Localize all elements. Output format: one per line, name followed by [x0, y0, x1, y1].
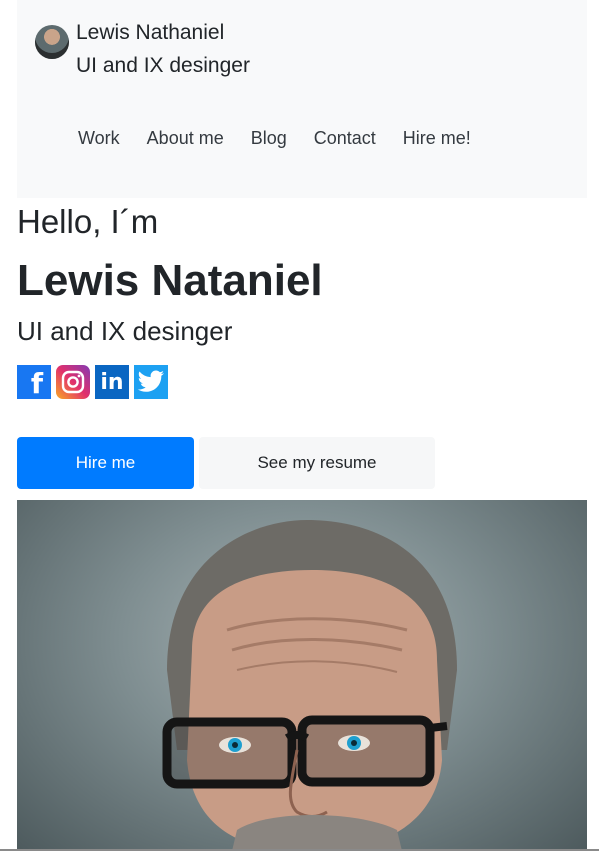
social-links: f in — [17, 365, 173, 399]
facebook-glyph: f — [30, 367, 44, 400]
linkedin-glyph: in — [100, 369, 124, 395]
nav-item-blog[interactable]: Blog — [251, 124, 287, 152]
brand-tagline: UI and IX desinger — [76, 54, 250, 77]
page: Lewis Nathaniel UI and IX desinger Work … — [0, 0, 599, 851]
portrait-photo — [17, 500, 587, 851]
nav-item-about-me[interactable]: About me — [147, 124, 224, 152]
main-nav: Work About me Blog Contact Hire me! — [78, 124, 498, 152]
nav-item-work[interactable]: Work — [78, 124, 120, 152]
hero-greeting: Hello, I´m — [17, 203, 159, 240]
twitter-icon[interactable] — [134, 365, 168, 399]
portrait-illustration — [162, 520, 457, 851]
nav-item-contact[interactable]: Contact — [314, 124, 376, 152]
see-resume-button[interactable]: See my resume — [199, 437, 435, 489]
brand-text: Lewis Nathaniel UI and IX desinger — [76, 16, 250, 82]
nav-item-hire-me[interactable]: Hire me! — [403, 124, 471, 152]
hero-name: Lewis Nataniel — [17, 256, 323, 305]
avatar — [35, 25, 69, 59]
instagram-icon[interactable] — [56, 365, 90, 399]
hire-me-button[interactable]: Hire me — [17, 437, 194, 489]
linkedin-icon[interactable]: in — [95, 365, 129, 399]
site-header: Lewis Nathaniel UI and IX desinger Work … — [17, 0, 587, 198]
brand[interactable]: Lewis Nathaniel UI and IX desinger — [35, 16, 250, 82]
hero-role: UI and IX desinger — [17, 316, 233, 346]
facebook-icon[interactable]: f — [17, 365, 51, 399]
brand-name: Lewis Nathaniel — [76, 21, 225, 44]
